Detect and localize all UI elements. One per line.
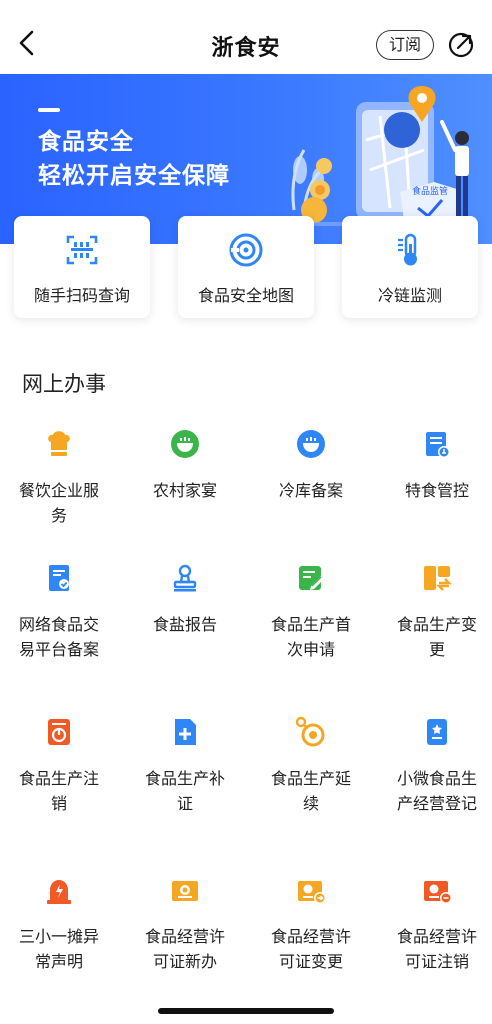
quick-card-cold-chain-label: 冷链监测: [377, 286, 442, 305]
service-item-label: 网络食品交易平台备案: [18, 615, 99, 659]
service-item-label: 食品经营许可证新办: [144, 927, 225, 971]
service-item-label: 食盐报告: [152, 615, 217, 634]
stamp-icon: [169, 562, 201, 594]
service-item-label: 食品生产注销: [18, 769, 99, 813]
banner-badge-text: 食品监管: [412, 185, 448, 197]
subscribe-button[interactable]: 订阅: [376, 30, 434, 60]
section-title-online-services: 网上办事: [22, 372, 106, 396]
nav-bar: 浙食安 订阅: [0, 0, 492, 74]
license-new-icon: [169, 874, 201, 906]
bowl-icon: [169, 428, 201, 460]
map-target-icon: [229, 233, 263, 267]
service-item-label: 餐饮企业服务: [18, 481, 99, 525]
edit-doc-icon: [295, 562, 327, 594]
add-doc-icon: [169, 716, 201, 748]
banner-accent-line: [38, 108, 60, 112]
circle-target-icon: [295, 716, 327, 748]
service-item-label: 三小一摊异常声明: [18, 927, 99, 971]
thermometer-icon: [398, 233, 417, 266]
service-item-label: 特食管控: [404, 481, 469, 500]
service-item-label: 食品生产首次申请: [270, 615, 351, 659]
service-item-label: 农村家宴: [152, 481, 217, 500]
quick-card-map-label: 食品安全地图: [197, 286, 294, 305]
qr-scan-icon: [66, 235, 98, 265]
bowl-blue-icon: [295, 428, 327, 460]
quick-card-scan-label: 随手扫码查询: [33, 286, 130, 305]
quick-card-scan[interactable]: 随手扫码查询: [14, 216, 150, 318]
badge-doc-icon: [421, 716, 453, 748]
service-item-label: 食品经营许可证变更: [270, 927, 351, 971]
service-item-label: 食品经营许可证注销: [396, 927, 477, 971]
quick-card-cold-chain[interactable]: 冷链监测: [342, 216, 478, 318]
power-doc-icon: [43, 716, 75, 748]
chef-hat-icon: [43, 428, 75, 460]
banner-headline: 食品安全: [38, 129, 134, 155]
service-item-label: 小微食品生产经营登记: [396, 769, 477, 813]
shield-doc-icon: [43, 562, 75, 594]
swap-icon: [421, 562, 453, 594]
quick-card-map[interactable]: 食品安全地图: [178, 216, 314, 318]
banner-subheadline: 轻松开启安全保障: [38, 163, 230, 189]
service-item-label: 食品生产补证: [144, 769, 225, 813]
license-cancel-icon: [421, 874, 453, 906]
service-item-label: 食品生产变更: [396, 615, 477, 659]
license-change-icon: [295, 874, 327, 906]
clipboard-icon: [421, 428, 453, 460]
service-item-label: 冷库备案: [278, 481, 343, 500]
share-icon[interactable]: [446, 30, 476, 60]
service-item-label: 食品生产延续: [270, 769, 351, 813]
home-indicator: [158, 1008, 334, 1014]
alarm-light-icon: [43, 874, 75, 906]
